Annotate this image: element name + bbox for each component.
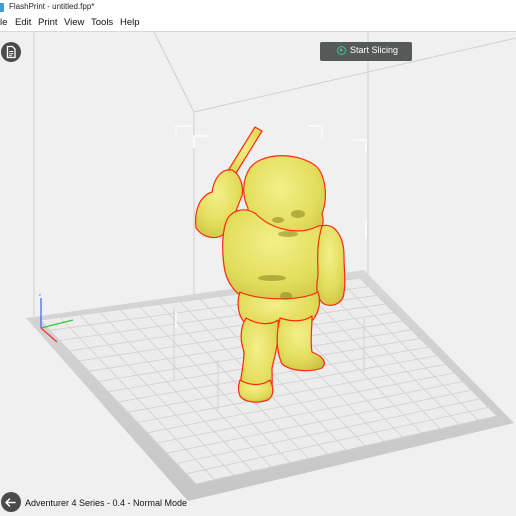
- title-bar: FlashPrint - untitled.fpp*: [0, 0, 516, 16]
- menu-print[interactable]: Print: [38, 17, 58, 28]
- document-icon: [6, 45, 16, 59]
- window-title: FlashPrint - untitled.fpp*: [9, 2, 95, 11]
- 3d-viewport[interactable]: z Start Slicing Adventurer 4 Series - 0.…: [0, 32, 516, 516]
- menu-bar: le Edit Print View Tools Help: [0, 16, 516, 32]
- printer-settings-button[interactable]: [1, 492, 21, 512]
- file-list-button[interactable]: [1, 42, 21, 62]
- printer-settings-icon: [5, 498, 16, 507]
- play-circle-icon: [337, 46, 346, 55]
- model-right-arm: [316, 224, 346, 306]
- menu-file[interactable]: le: [0, 17, 7, 28]
- menu-tools[interactable]: Tools: [91, 17, 113, 28]
- machine-status-text: Adventurer 4 Series - 0.4 - Normal Mode: [25, 498, 188, 508]
- menu-edit[interactable]: Edit: [15, 17, 31, 28]
- svg-text:z: z: [39, 292, 41, 297]
- build-volume-scene[interactable]: z: [0, 32, 516, 516]
- menu-help[interactable]: Help: [120, 17, 140, 28]
- menu-view[interactable]: View: [64, 17, 84, 28]
- start-slicing-label: Start Slicing: [350, 45, 399, 55]
- app-logo-icon: [0, 3, 4, 12]
- start-slicing-button[interactable]: Start Slicing: [320, 42, 412, 61]
